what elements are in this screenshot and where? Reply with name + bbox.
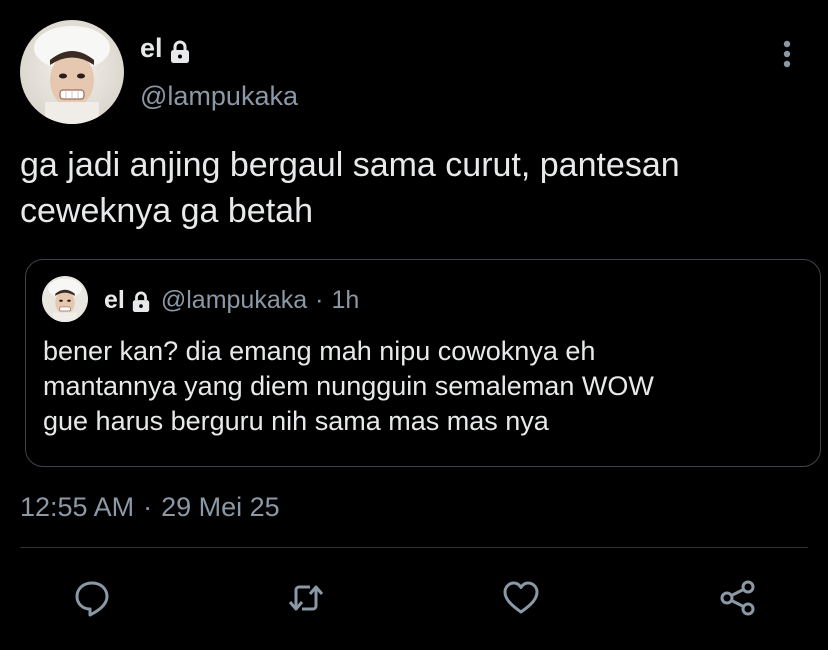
share-icon [720, 580, 755, 616]
quoted-avatar[interactable] [42, 276, 88, 322]
retweet-icon [288, 585, 324, 611]
lock-icon [169, 37, 191, 63]
quoted-display-name[interactable]: el [104, 284, 125, 316]
more-button[interactable] [770, 36, 804, 76]
divider [20, 547, 808, 548]
quoted-separator: · [315, 286, 324, 314]
reply-button[interactable] [70, 576, 114, 620]
quoted-tweet[interactable]: el @lampukaka · 1h bener kan? dia emang … [25, 259, 821, 467]
quoted-time[interactable]: 1h [331, 284, 359, 316]
quoted-handle[interactable]: @lampukaka [161, 284, 307, 316]
share-button[interactable] [716, 576, 760, 620]
avatar-face [20, 20, 124, 124]
like-icon [503, 581, 539, 614]
like-button[interactable] [499, 576, 543, 620]
tweet-timestamp[interactable]: 12:55 AM · 29 Mei 25 [20, 489, 280, 525]
retweet-button[interactable] [284, 576, 328, 620]
timestamp-separator: · [143, 492, 153, 522]
quoted-header: el @lampukaka · 1h [104, 284, 359, 316]
quoted-text: bener kan? dia emang mah nipu cowoknya e… [43, 336, 654, 436]
lock-icon [131, 289, 151, 312]
timestamp-time[interactable]: 12:55 AM [20, 489, 134, 525]
more-vertical-icon [783, 40, 791, 68]
display-name-row[interactable]: el [140, 30, 191, 66]
tweet-text: ga jadi anjing bergaul sama curut, pante… [20, 146, 680, 230]
avatar-face [42, 276, 88, 322]
reply-icon [75, 581, 109, 617]
timestamp-date[interactable]: 29 Mei 25 [161, 489, 280, 525]
handle[interactable]: @lampukaka [140, 78, 298, 114]
display-name[interactable]: el [140, 30, 163, 66]
avatar[interactable] [20, 20, 124, 124]
